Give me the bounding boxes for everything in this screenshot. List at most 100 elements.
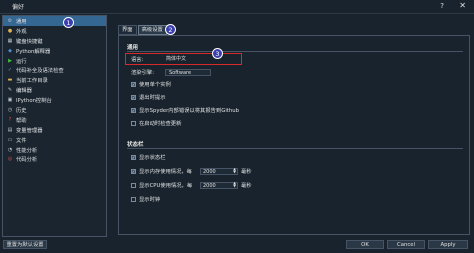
keyboard-icon: ▦ — [7, 37, 13, 44]
sidebar-item[interactable]: ◷ 历史 — [3, 105, 106, 115]
sidebar-item[interactable]: ▭ 文件 — [3, 135, 106, 145]
memory-unit: 毫秒 — [241, 169, 252, 175]
sidebar-item[interactable]: ▶ 运行 — [3, 56, 106, 66]
prompt-exit-row[interactable]: ✓ 退出时提示 — [131, 93, 166, 101]
cpu-interval-value: 2000 — [203, 182, 216, 189]
show-status-label: 显示状态栏 — [139, 155, 166, 161]
single-instance-checkbox[interactable]: ✓ — [131, 81, 136, 87]
highlight-box — [125, 53, 242, 65]
python-icon: ◆ — [8, 47, 12, 54]
single-instance-label: 使用单个实例 — [139, 82, 171, 88]
memory-checkbox[interactable]: ✓ — [131, 168, 136, 174]
show-clock-label: 显示时钟 — [139, 197, 161, 203]
spin-arrows-icon[interactable]: ▲ ▼ — [233, 181, 236, 189]
run-icon: ▶ — [8, 57, 12, 64]
sidebar-item[interactable]: ◎ 代码分析 — [3, 154, 106, 164]
report-github-label: 显示Spyder内部错误以将其报告到Github — [139, 108, 239, 114]
sidebar-item-label: 性能分析 — [16, 147, 38, 154]
sidebar-item[interactable]: ▦ 键盘快捷键 — [3, 36, 106, 46]
sidebar-item-label: Python解释器 — [16, 48, 51, 55]
check-updates-label: 在启动时检查更新 — [139, 121, 182, 127]
annotation-marker-3: 3 — [212, 48, 223, 59]
memory-interval-value: 2000 — [203, 168, 216, 175]
rendering-select[interactable]: Software — [165, 68, 211, 76]
sidebar-item[interactable]: ● 外观 — [3, 26, 106, 36]
sidebar-item-label: 通用 — [16, 18, 27, 25]
title-bar: 偏好 ? ✕ — [0, 0, 474, 14]
close-icon[interactable]: ✕ — [459, 1, 466, 10]
general-group-title: 通用 — [127, 45, 139, 51]
cpu-label: 显示CPU使用情况，每 — [139, 183, 193, 189]
annotation-marker-1: 1 — [63, 17, 74, 28]
show-clock-checkbox[interactable] — [131, 196, 136, 202]
memory-interval-spinbox[interactable]: 2000 ▲ ▼ — [200, 167, 238, 175]
sidebar-item[interactable]: ? 帮助 — [3, 115, 106, 125]
report-github-checkbox[interactable]: ✓ — [131, 107, 136, 113]
rendering-row: 渲染引擎: Software — [131, 68, 211, 76]
statusbar-group-title: 状态栏 — [127, 142, 144, 148]
sidebar-item-label: 变量管理器 — [16, 127, 43, 134]
memory-label: 显示内存使用情况，每 — [139, 169, 192, 175]
sidebar-item-label: IPython控制台 — [16, 98, 52, 105]
profiler-icon: ◔ — [7, 146, 13, 153]
prompt-exit-label: 退出时提示 — [139, 95, 166, 101]
editor-icon: ✎ — [7, 87, 13, 94]
sidebar-item-label: 历史 — [16, 107, 27, 114]
show-status-row[interactable]: ✓ 显示状态栏 — [131, 153, 166, 161]
show-status-checkbox[interactable]: ✓ — [131, 154, 136, 160]
prompt-exit-checkbox[interactable]: ✓ — [131, 94, 136, 100]
tab-advanced[interactable]: 高级设置 — [137, 25, 167, 35]
help-icon[interactable]: ? — [440, 2, 444, 10]
settings-panel: 通用 语言: 简体中文 3 渲染引擎: Software ✓ 使用单个实例 ✓ … — [118, 35, 470, 235]
sidebar-item-label: 运行 — [16, 58, 27, 65]
sidebar-item-label: 当前工作目录 — [16, 78, 48, 85]
cpu-unit: 毫秒 — [241, 183, 252, 189]
sidebar-item-label: 文件 — [16, 137, 27, 144]
sidebar-item[interactable]: ⚙ 通用 — [3, 16, 106, 26]
sidebar-item[interactable]: ✎ 编辑器 — [3, 85, 106, 95]
ipython-icon: ▣ — [7, 97, 13, 104]
report-github-row[interactable]: ✓ 显示Spyder内部错误以将其报告到Github — [131, 106, 239, 114]
sidebar-item[interactable]: ✓ 代码补全及语法检查 — [3, 65, 106, 75]
rendering-label: 渲染引擎: — [131, 70, 154, 76]
cancel-button[interactable]: Cancel — [387, 240, 425, 249]
check-updates-checkbox[interactable] — [131, 120, 136, 126]
sidebar-item[interactable]: ▬ 当前工作目录 — [3, 75, 106, 85]
sidebar-item-label: 帮助 — [16, 117, 27, 124]
folder-icon: ▬ — [7, 77, 13, 84]
annotation-marker-2: 2 — [165, 24, 176, 35]
cpu-checkbox[interactable] — [131, 182, 136, 188]
preferences-sidebar: ⚙ 通用 ● 外观 ▦ 键盘快捷键 ◆ Python解释器 ▶ 运行 ✓ 代码补全及语法检查 ▬ 当前工作… — [2, 15, 107, 237]
cpu-row: 显示CPU使用情况，每 2000 ▲ ▼ 毫秒 — [131, 181, 252, 189]
sidebar-item-label: 外观 — [16, 28, 27, 35]
window-title: 偏好 — [12, 4, 25, 11]
show-clock-row[interactable]: 显示时钟 — [131, 195, 160, 203]
sidebar-item[interactable]: ▤ 变量管理器 — [3, 125, 106, 135]
single-instance-row[interactable]: ✓ 使用单个实例 — [131, 80, 171, 88]
reset-defaults-button[interactable]: 重置为默认设置 — [3, 240, 47, 249]
sidebar-item-label: 代码补全及语法检查 — [16, 68, 64, 75]
variable-icon: ▤ — [7, 126, 13, 133]
tab-interface[interactable]: 界面 — [118, 25, 137, 35]
sidebar-item-label: 编辑器 — [16, 88, 32, 95]
sidebar-item-label: 代码分析 — [16, 157, 38, 164]
cpu-interval-spinbox[interactable]: 2000 ▲ ▼ — [200, 181, 238, 189]
help-icon: ? — [8, 116, 12, 123]
sidebar-item[interactable]: ◆ Python解释器 — [3, 46, 106, 56]
history-icon: ◷ — [7, 106, 13, 113]
check-updates-row[interactable]: 在启动时检查更新 — [131, 119, 181, 127]
code-check-icon: ✓ — [7, 67, 13, 74]
tab-bar: 界面 高级设置 — [118, 25, 168, 35]
ok-button[interactable]: OK — [346, 240, 384, 249]
sidebar-item-label: 键盘快捷键 — [16, 38, 43, 45]
divider — [127, 51, 463, 52]
spin-arrows-icon[interactable]: ▲ ▼ — [233, 167, 236, 175]
code-analysis-icon: ◎ — [7, 156, 13, 163]
sidebar-item[interactable]: ◔ 性能分析 — [3, 145, 106, 155]
divider — [127, 148, 463, 149]
sidebar-item[interactable]: ▣ IPython控制台 — [3, 95, 106, 105]
gear-icon: ⚙ — [7, 17, 13, 24]
apply-button[interactable]: Apply — [428, 240, 468, 249]
file-icon: ▭ — [7, 136, 13, 143]
palette-icon: ● — [7, 27, 13, 34]
